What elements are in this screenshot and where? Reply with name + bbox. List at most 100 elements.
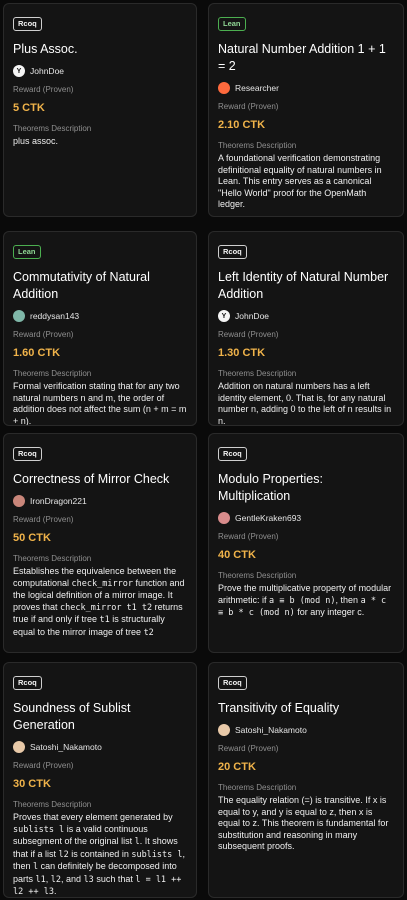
reward-label: Reward (Proven) <box>13 85 74 94</box>
theorem-title[interactable]: Plus Assoc. <box>13 41 187 58</box>
inline-code: sublists l <box>131 849 183 860</box>
reward-amount: 2.10 CTK <box>218 119 266 131</box>
avatar <box>13 741 25 753</box>
inline-code: l1 <box>35 874 46 885</box>
description-label: Theorems Description <box>218 369 297 378</box>
author-name[interactable]: JohnDoe <box>30 66 64 76</box>
theorem-description: plus assoc. <box>13 136 187 148</box>
inline-code: l2 <box>50 874 62 885</box>
description-text: for any integer c. <box>294 607 365 617</box>
description-label: Theorems Description <box>13 800 92 809</box>
inline-code: sublists l <box>13 824 65 835</box>
description-text: A foundational verification demonstratin… <box>218 153 382 209</box>
theorem-card-mirror-check[interactable]: Rcoq Correctness of Mirror Check IronDra… <box>3 433 197 653</box>
avatar <box>218 512 230 524</box>
description-label: Theorems Description <box>218 141 297 150</box>
author-row[interactable]: Researcher <box>218 82 394 94</box>
theorem-card-plus-assoc[interactable]: Rcoq Plus Assoc. Y JohnDoe Reward (Prove… <box>3 3 197 217</box>
author-row[interactable]: GentleKraken693 <box>218 512 394 524</box>
reward-label: Reward (Proven) <box>218 330 279 339</box>
description-text: . <box>53 886 57 896</box>
theorem-description: Addition on natural numbers has a left i… <box>218 381 394 425</box>
theorem-card-sublist-soundness[interactable]: Rcoq Soundness of Sublist Generation Sat… <box>3 662 197 898</box>
theorem-description: Formal verification stating that for any… <box>13 381 187 426</box>
author-row[interactable]: Y JohnDoe <box>13 65 187 77</box>
theorem-card-modulo-multiplication[interactable]: Rcoq Modulo Properties: Multiplication G… <box>208 433 404 653</box>
theorem-title[interactable]: Modulo Properties: Multiplication <box>218 471 394 505</box>
reward-amount: 1.60 CTK <box>13 347 61 359</box>
theorem-title[interactable]: Commutativity of Natural Addition <box>13 269 187 303</box>
reward-label: Reward (Proven) <box>13 330 74 339</box>
author-name[interactable]: JohnDoe <box>235 311 269 321</box>
theorem-title[interactable]: Correctness of Mirror Check <box>13 471 187 488</box>
theorem-card-grid: Rcoq Plus Assoc. Y JohnDoe Reward (Prove… <box>0 0 407 900</box>
reward-amount: 5 CTK <box>13 102 45 114</box>
prover-tag: Lean <box>218 17 246 31</box>
inline-code: check_mirror <box>71 578 133 589</box>
reward-amount: 30 CTK <box>13 778 51 790</box>
inline-code: t2 <box>143 627 154 638</box>
author-row[interactable]: Satoshi_Nakamoto <box>218 724 394 736</box>
theorem-title[interactable]: Transitivity of Equality <box>218 700 394 717</box>
theorem-description: Establishes the equivalence between the … <box>13 566 187 639</box>
author-name[interactable]: Satoshi_Nakamoto <box>30 742 102 752</box>
description-text: , then <box>335 594 361 605</box>
theorem-card-left-identity[interactable]: Rcoq Left Identity of Natural Number Add… <box>208 231 404 426</box>
avatar: Y <box>218 310 230 322</box>
author-row[interactable]: reddysan143 <box>13 310 187 322</box>
description-text: Proves that every element generated by <box>13 812 173 822</box>
author-name[interactable]: GentleKraken693 <box>235 513 301 523</box>
author-name[interactable]: Satoshi_Nakamoto <box>235 725 307 735</box>
theorem-card-transitivity[interactable]: Rcoq Transitivity of Equality Satoshi_Na… <box>208 662 404 898</box>
theorem-card-natural-number-addition[interactable]: Lean Natural Number Addition 1 + 1 = 2 R… <box>208 3 404 217</box>
avatar <box>218 724 230 736</box>
description-label: Theorems Description <box>13 124 92 133</box>
author-row[interactable]: Y JohnDoe <box>218 310 394 322</box>
avatar <box>13 310 25 322</box>
description-text: is contained in <box>68 848 132 859</box>
author-row[interactable]: Satoshi_Nakamoto <box>13 741 187 753</box>
author-name[interactable]: Researcher <box>235 83 279 93</box>
inline-code: a ≡ b (mod n) <box>269 595 336 606</box>
avatar: Y <box>13 65 25 77</box>
description-text: such that <box>93 873 136 884</box>
prover-tag: Rcoq <box>218 676 247 690</box>
avatar <box>218 82 230 94</box>
inline-code: l3 <box>83 874 94 885</box>
theorem-description: Proves that every element generated by s… <box>13 812 187 897</box>
reward-amount: 50 CTK <box>13 532 51 544</box>
reward-label: Reward (Proven) <box>13 761 74 770</box>
reward-amount: 40 CTK <box>218 549 256 561</box>
description-text: plus assoc. <box>13 136 59 146</box>
description-label: Theorems Description <box>218 783 297 792</box>
reward-amount: 20 CTK <box>218 761 256 773</box>
author-row[interactable]: IronDragon221 <box>13 495 187 507</box>
avatar <box>13 495 25 507</box>
reward-label: Reward (Proven) <box>218 532 279 541</box>
prover-tag: Rcoq <box>13 447 42 461</box>
inline-code: t1 <box>99 615 110 625</box>
theorem-title[interactable]: Soundness of Sublist Generation <box>13 700 187 734</box>
prover-tag: Rcoq <box>13 17 42 31</box>
theorem-description: The equality relation (=) is transitive.… <box>218 795 394 853</box>
inline-code: check_mirror t1 t2 <box>60 602 153 613</box>
prover-tag: Rcoq <box>218 245 247 259</box>
description-label: Theorems Description <box>13 554 92 563</box>
theorem-title[interactable]: Left Identity of Natural Number Addition <box>218 269 394 303</box>
theorem-description: A foundational verification demonstratin… <box>218 153 394 211</box>
reward-amount: 1.30 CTK <box>218 347 266 359</box>
prover-tag: Rcoq <box>13 676 42 690</box>
prover-tag: Rcoq <box>218 447 247 461</box>
description-text: The equality relation (=) is transitive.… <box>218 795 389 851</box>
theorem-title[interactable]: Natural Number Addition 1 + 1 = 2 <box>218 41 394 75</box>
description-text: Formal verification stating that for any… <box>13 381 187 426</box>
author-name[interactable]: IronDragon221 <box>30 496 87 506</box>
theorem-card-commutativity[interactable]: Lean Commutativity of Natural Addition r… <box>3 231 197 426</box>
author-name[interactable]: reddysan143 <box>30 311 79 321</box>
reward-label: Reward (Proven) <box>218 744 279 753</box>
description-label: Theorems Description <box>13 369 92 378</box>
prover-tag: Lean <box>13 245 41 259</box>
description-label: Theorems Description <box>218 571 297 580</box>
description-text: , and <box>61 873 84 884</box>
reward-label: Reward (Proven) <box>218 102 279 111</box>
